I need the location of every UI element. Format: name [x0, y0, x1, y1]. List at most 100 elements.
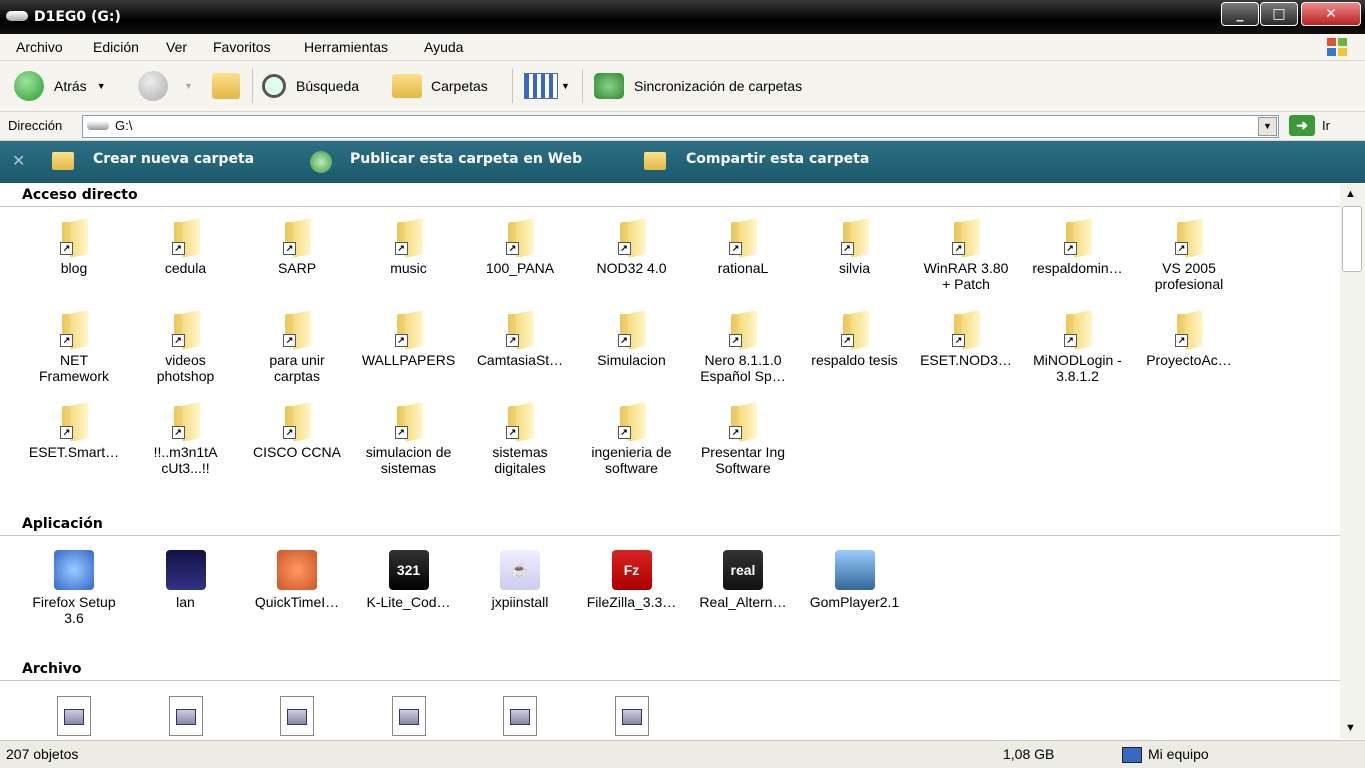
- file-item[interactable]: [130, 696, 242, 736]
- back-arrow-icon: [14, 71, 44, 101]
- maximize-button[interactable]: □: [1260, 2, 1298, 26]
- sync-folders-button[interactable]: Sincronización de carpetas: [594, 71, 802, 101]
- shortcut-item[interactable]: ↗ !!..m3n1tA cUt3...!!: [130, 402, 242, 476]
- menu-favoritos[interactable]: Favoritos: [213, 39, 271, 55]
- shortcut-item[interactable]: ↗ respaldomin…: [1022, 218, 1134, 276]
- close-tasks-icon[interactable]: ✕: [12, 151, 25, 171]
- close-button[interactable]: ✕: [1301, 2, 1361, 26]
- shortcut-item[interactable]: ↗ VS 2005 profesional: [1133, 218, 1245, 292]
- shortcut-item[interactable]: ↗ CISCO CCNA: [241, 402, 353, 460]
- menu-ayuda[interactable]: Ayuda: [424, 39, 463, 55]
- search-button[interactable]: Búsqueda: [262, 71, 359, 101]
- menu-herramientas[interactable]: Herramientas: [304, 39, 388, 55]
- shortcut-item[interactable]: ↗ NOD32 4.0: [576, 218, 688, 276]
- item-label: rationaL: [717, 260, 769, 276]
- item-label: ingenieria de software: [591, 444, 672, 476]
- application-item[interactable]: Fz FileZilla_3.3…: [576, 550, 688, 610]
- go-arrow-icon[interactable]: ➜: [1289, 115, 1315, 136]
- go-button[interactable]: Ir: [1322, 118, 1330, 133]
- file-item[interactable]: [576, 696, 688, 736]
- shortcut-item[interactable]: ↗ CamtasiaSt…: [464, 310, 576, 368]
- real-player-icon: real: [723, 550, 763, 590]
- item-label: ProyectoAc…: [1146, 352, 1232, 368]
- shortcut-item[interactable]: ↗ videos photshop: [130, 310, 242, 384]
- application-item[interactable]: Firefox Setup 3.6: [18, 550, 130, 626]
- item-label: para unir carptas: [269, 352, 325, 384]
- share-folder-icon: [644, 152, 666, 170]
- menu-archivo[interactable]: Archivo: [16, 39, 63, 55]
- item-label: VS 2005 profesional: [1154, 260, 1224, 292]
- application-item[interactable]: GomPlayer2.1: [799, 550, 911, 610]
- item-label: NET Framework: [38, 352, 109, 384]
- shortcut-item[interactable]: ↗ ESET.NOD3…: [910, 310, 1022, 368]
- back-button[interactable]: Atrás ▼: [14, 71, 106, 101]
- folders-button[interactable]: Carpetas: [392, 71, 488, 101]
- dropdown-arrow-icon: ▼: [561, 81, 570, 91]
- shortcut-item[interactable]: ↗ cedula: [130, 218, 242, 276]
- shortcut-item[interactable]: ↗ ProyectoAc…: [1133, 310, 1245, 368]
- views-button[interactable]: ▼: [524, 71, 570, 101]
- shortcut-item[interactable]: ↗ respaldo tesis: [799, 310, 911, 368]
- quicktime-icon: [277, 550, 317, 590]
- forward-button[interactable]: ▼: [138, 71, 193, 101]
- shortcut-item[interactable]: ↗ music: [353, 218, 465, 276]
- shortcut-item[interactable]: ↗ blog: [18, 218, 130, 276]
- address-dropdown-icon[interactable]: ▼: [1258, 117, 1277, 136]
- publish-web-icon: [310, 151, 332, 173]
- object-count: 207 objetos: [6, 746, 79, 762]
- shortcut-item[interactable]: ↗ Simulacion: [576, 310, 688, 368]
- application-item[interactable]: ☕ jxpiinstall: [464, 550, 576, 610]
- create-folder-link[interactable]: Crear nueva carpeta: [93, 151, 254, 167]
- share-folder-link[interactable]: Compartir esta carpeta: [686, 151, 869, 167]
- publish-web-link[interactable]: Publicar esta carpeta en Web: [350, 151, 582, 167]
- shortcut-item[interactable]: ↗ Presentar Ing Software: [687, 402, 799, 476]
- folder-shortcut-icon: ↗: [1171, 218, 1207, 258]
- file-item[interactable]: [241, 696, 353, 736]
- shortcut-item[interactable]: ↗ NET Framework: [18, 310, 130, 384]
- scroll-thumb[interactable]: [1342, 206, 1362, 272]
- application-item[interactable]: 321 K-Lite_Cod…: [353, 550, 465, 610]
- scroll-down-icon[interactable]: ▼: [1345, 722, 1356, 734]
- vertical-scrollbar[interactable]: ▲ ▼: [1340, 184, 1365, 739]
- shortcut-item[interactable]: ↗ silvia: [799, 218, 911, 276]
- shortcut-item[interactable]: ↗ ESET.Smart…: [18, 402, 130, 460]
- shortcut-item[interactable]: ↗ simulacion de sistemas: [353, 402, 465, 476]
- status-bar: 207 objetos 1,08 GB Mi equipo: [0, 740, 1365, 768]
- application-item[interactable]: lan: [130, 550, 242, 610]
- folder-shortcut-icon: ↗: [168, 310, 204, 350]
- file-item[interactable]: [18, 696, 130, 736]
- shortcut-item[interactable]: ↗ ingenieria de software: [576, 402, 688, 476]
- minimize-button[interactable]: _: [1221, 2, 1259, 26]
- menu-ver[interactable]: Ver: [166, 39, 187, 55]
- shortcut-item[interactable]: ↗ rationaL: [687, 218, 799, 276]
- item-label: Firefox Setup 3.6: [32, 594, 116, 626]
- item-label: CamtasiaSt…: [476, 352, 564, 368]
- item-label: sistemas digitales: [492, 444, 548, 476]
- shortcut-item[interactable]: ↗ para unir carptas: [241, 310, 353, 384]
- shortcut-item[interactable]: ↗ Nero 8.1.1.0 Español Sp…: [687, 310, 799, 384]
- search-icon: [262, 74, 286, 98]
- folder-shortcut-icon: ↗: [725, 310, 761, 350]
- scroll-up-icon[interactable]: ▲: [1345, 188, 1356, 200]
- application-item[interactable]: real Real_Altern…: [687, 550, 799, 610]
- shortcut-item[interactable]: ↗ SARP: [241, 218, 353, 276]
- shortcut-item[interactable]: ↗ 100_PANA: [464, 218, 576, 276]
- application-item[interactable]: QuickTimeI…: [241, 550, 353, 610]
- shortcut-item[interactable]: ↗ WinRAR 3.80 + Patch: [910, 218, 1022, 292]
- folder-shortcut-icon: ↗: [502, 218, 538, 258]
- item-label: Nero 8.1.1.0 Español Sp…: [700, 352, 786, 384]
- gom-player-icon: [834, 550, 875, 590]
- address-input[interactable]: G:\ ▼: [82, 115, 1279, 138]
- shortcut-item[interactable]: ↗ MiNODLogin - 3.8.1.2: [1022, 310, 1134, 384]
- up-folder-button[interactable]: [212, 71, 240, 101]
- shortcut-item[interactable]: ↗ WALLPAPERS: [353, 310, 465, 368]
- folder-shortcut-icon: ↗: [1060, 310, 1096, 350]
- item-label: GomPlayer2.1: [809, 594, 900, 610]
- file-item[interactable]: [353, 696, 465, 736]
- address-label: Dirección: [8, 118, 63, 133]
- file-icon: [391, 696, 426, 736]
- shortcut-item[interactable]: ↗ sistemas digitales: [464, 402, 576, 476]
- folder-shortcut-icon: ↗: [614, 218, 650, 258]
- menu-edicion[interactable]: Edición: [93, 39, 139, 55]
- file-item[interactable]: [464, 696, 576, 736]
